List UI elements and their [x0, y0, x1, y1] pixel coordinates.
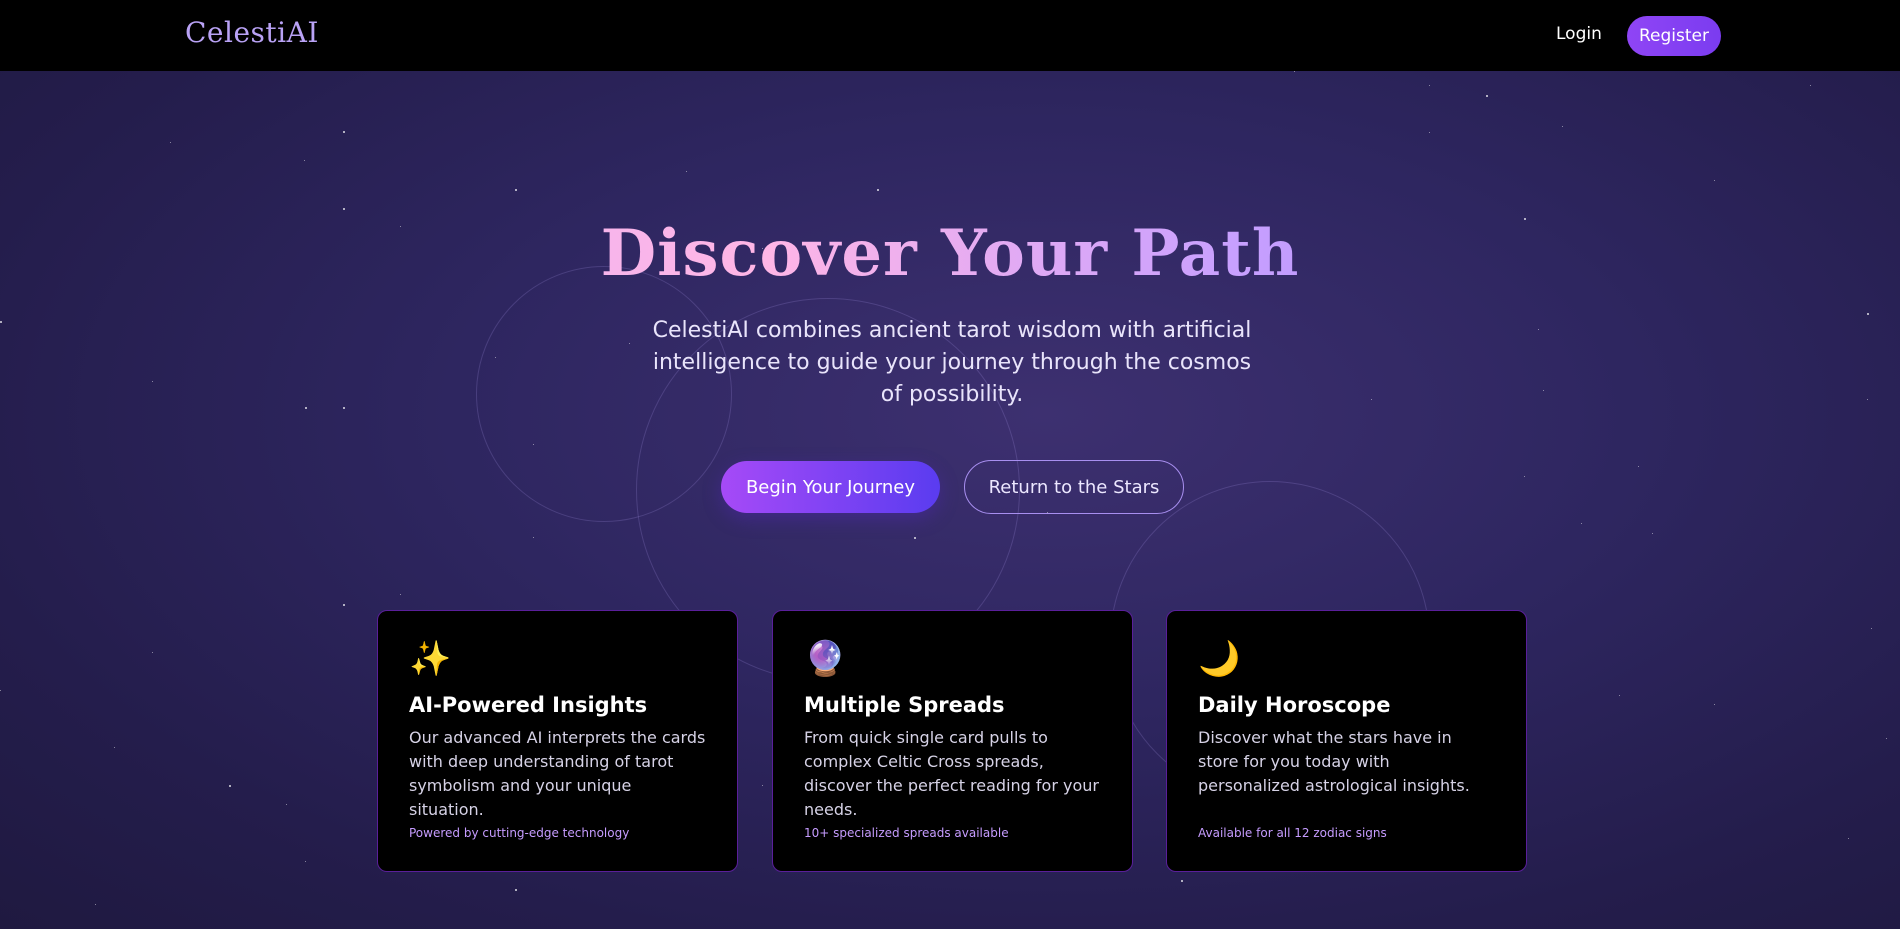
- hero-title: Discover Your Path: [0, 216, 1900, 291]
- star: [1886, 738, 1887, 739]
- sparkles-icon: ✨: [409, 639, 452, 679]
- star: [686, 171, 687, 172]
- star: [762, 785, 763, 786]
- star: [1810, 85, 1811, 86]
- feature-title: Daily Horoscope: [1198, 693, 1391, 717]
- begin-journey-button[interactable]: Begin Your Journey: [721, 461, 940, 513]
- star: [343, 208, 345, 210]
- star: [1848, 838, 1849, 839]
- star: [1562, 126, 1563, 127]
- star: [343, 604, 345, 606]
- star: [877, 189, 879, 191]
- star: [0, 690, 1, 691]
- hero-section: Discover Your Path CelestiAI combines an…: [0, 71, 1900, 929]
- feature-description: Our advanced AI interprets the cards wit…: [409, 728, 706, 819]
- star: [95, 904, 96, 905]
- star: [533, 537, 534, 538]
- feature-card-multiple-spreads: 🔮 Multiple Spreads From quick single car…: [772, 610, 1133, 872]
- feature-note: Available for all 12 zodiac signs: [1198, 826, 1387, 840]
- feature-card-daily-horoscope: 🌙 Daily Horoscope Discover what the star…: [1166, 610, 1527, 872]
- feature-description: From quick single card pulls to complex …: [804, 728, 1099, 819]
- star: [1294, 71, 1295, 72]
- star: [229, 785, 231, 787]
- star: [1638, 466, 1639, 467]
- star: [629, 343, 630, 344]
- crystal-ball-icon: 🔮: [804, 639, 847, 679]
- star: [1652, 533, 1653, 534]
- hero-subtitle: CelestiAI combines ancient tarot wisdom …: [652, 318, 1252, 407]
- star: [304, 160, 305, 161]
- star: [1429, 132, 1430, 133]
- login-link[interactable]: Login: [1556, 24, 1602, 44]
- star: [533, 444, 534, 445]
- star: [1181, 880, 1183, 882]
- star: [1714, 180, 1715, 181]
- return-to-stars-button[interactable]: Return to the Stars: [964, 460, 1184, 514]
- feature-title: Multiple Spreads: [804, 693, 1005, 717]
- star: [0, 321, 2, 323]
- star: [1714, 704, 1715, 705]
- star: [114, 747, 115, 748]
- star: [343, 407, 345, 409]
- star: [1871, 628, 1872, 629]
- star: [1581, 523, 1582, 524]
- crescent-moon-icon: 🌙: [1198, 639, 1241, 679]
- star: [515, 889, 517, 891]
- feature-note: Powered by cutting-edge technology: [409, 826, 630, 840]
- star: [1867, 399, 1868, 400]
- star: [495, 357, 496, 358]
- star: [1486, 95, 1488, 97]
- star: [1371, 399, 1372, 400]
- star: [1538, 329, 1539, 330]
- feature-title: AI-Powered Insights: [409, 693, 648, 717]
- star: [400, 594, 401, 595]
- star: [305, 407, 307, 409]
- feature-description: Discover what the stars have in store fo…: [1198, 728, 1470, 795]
- star: [1429, 85, 1430, 86]
- star: [305, 861, 306, 862]
- register-button[interactable]: Register: [1627, 16, 1721, 56]
- feature-card-ai-insights: ✨ AI-Powered Insights Our advanced AI in…: [377, 610, 738, 872]
- star: [515, 189, 517, 191]
- star: [1619, 695, 1620, 696]
- star: [1524, 476, 1525, 477]
- feature-note: 10+ specialized spreads available: [804, 826, 1009, 840]
- star: [914, 537, 916, 539]
- star: [170, 142, 171, 143]
- brand-logo[interactable]: CelestiAI: [185, 16, 319, 49]
- top-navbar: CelestiAI Login Register: [0, 0, 1900, 71]
- star: [152, 381, 153, 382]
- star: [343, 131, 345, 133]
- star: [1867, 313, 1869, 315]
- star: [152, 652, 153, 653]
- star: [1543, 390, 1544, 391]
- star: [286, 804, 287, 805]
